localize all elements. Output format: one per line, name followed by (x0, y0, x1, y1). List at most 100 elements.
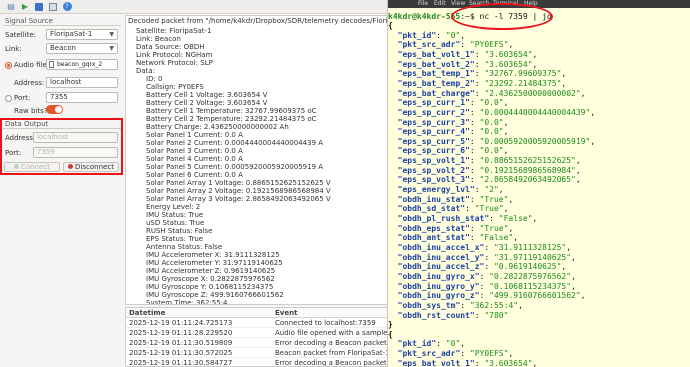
json-key: "eps_bat_charge" (397, 88, 475, 98)
json-colon: : (479, 291, 490, 301)
json-comma: , (561, 262, 567, 272)
json-line: "eps_bat_charge": "2.4362500000000002", (388, 89, 586, 98)
audio-file-radio[interactable] (5, 62, 12, 69)
open-icon[interactable]: ▤ (6, 2, 16, 12)
group-divider (3, 25, 121, 26)
json-line: "eps_bat_volt_2": "3.603654", (388, 59, 538, 69)
table-row[interactable]: 2025-12-19 01:11:24.725173 Connected to l… (126, 318, 387, 328)
json-colon: : (436, 339, 446, 349)
json-brace: { (388, 21, 393, 30)
terminal-menu-item[interactable]: File (418, 0, 428, 8)
udp-radio[interactable] (5, 95, 12, 102)
event-datetime: 2025-12-19 01:11:30.519809 (129, 339, 233, 347)
json-colon: : (474, 49, 485, 59)
json-comma: , (513, 233, 519, 243)
source-port-input[interactable]: 7355 (46, 92, 118, 103)
json-key: "obdh_inu_stat" (397, 194, 470, 204)
json-key: "pkt_id" (397, 339, 437, 349)
packet-line: Solar Panel 1 Current: 0.0 A (146, 131, 243, 139)
json-value: "True" (479, 194, 509, 204)
json-comma: , (575, 175, 581, 185)
json-line: "eps_bat_temp_2": "23292.21484375", (388, 78, 567, 88)
chevron-down-icon: ▼ (109, 31, 114, 38)
link-select[interactable]: Beacon ▼ (46, 43, 118, 54)
json-line: "obdh_inu_accel_x": "31.9111328125", (388, 243, 571, 252)
json-colon: : (469, 165, 480, 175)
help-button[interactable]: ? (62, 2, 72, 12)
json-key: "obdh_eps_stat" (397, 223, 470, 233)
packet-line: Solar Panel 4 Current: 0.0 A (146, 155, 243, 163)
packet-line: Battery Cell 1 Voltage: 3.603654 V (146, 91, 268, 99)
toggle-knob (55, 106, 62, 113)
packet-line: uSD Status: True (146, 219, 205, 227)
event-datetime: 2025-12-19 01:11:30.584727 (129, 359, 233, 367)
json-key: "eps_energy_lvl" (397, 185, 475, 195)
packet-line: Antenna Status: False (146, 243, 223, 251)
json-comma: , (508, 349, 514, 359)
json-key: "obdh_inu_gyro_y" (397, 281, 480, 291)
packet-line: Battery Charge: 2.436250000000002 Ah (146, 123, 289, 131)
table-row[interactable]: 2025-12-19 01:11:28.229520 Audio file ope… (126, 328, 388, 338)
json-line: "obdh_inu_gyro_z": "499.9160766601562", (388, 291, 586, 300)
json-comma: , (580, 88, 586, 98)
terminal-window[interactable]: File Edit View Search Terminal Help k4kdr@k4k… (388, 0, 690, 367)
audio-file-chooser[interactable]: beacon_gqrx_2 (46, 59, 118, 70)
highlight-ellipse-annotation (451, 3, 553, 30)
table-row[interactable]: 2025-12-19 01:11:30.584727 Error decoding… (126, 358, 387, 367)
json-line: "obdh_inu_gyro_x": "0.2822875976562", (388, 272, 576, 281)
json-key: "obdh_ant_stat" (397, 233, 470, 243)
json-line: "eps_sp_curr_3": "0.0", (388, 117, 509, 127)
json-comma: , (590, 107, 596, 117)
json-colon: : (469, 98, 480, 108)
json-comma: , (580, 291, 586, 301)
terminal-menu-item[interactable]: Edit (434, 0, 446, 8)
satellite-select[interactable]: FloripaSat-1 ▼ (46, 29, 118, 40)
json-comma: , (503, 117, 509, 127)
json-key: "eps_sp_curr_2" (397, 107, 470, 117)
json-value: "0.0004440004440004439" (479, 107, 591, 117)
json-key: "obdh_sys_tm" (397, 300, 461, 310)
json-colon: : (489, 214, 499, 223)
json-colon: : (474, 310, 485, 320)
event-log-table[interactable]: Datetime Event 2025-12-19 01:11:24.72517… (125, 307, 388, 367)
json-comma: , (571, 271, 576, 281)
json-colon: : (469, 107, 480, 117)
table-row[interactable]: 2025-12-19 01:11:30.572025 Beacon packet … (126, 348, 387, 358)
telemetry-decoder-window: ▤ ▶ ? Signal Source Satellite: FloripaSa… (0, 0, 388, 367)
json-line: "eps_bat_volt_1": "3.603654", (388, 359, 538, 367)
play-icon[interactable]: ▶ (20, 2, 30, 12)
json-value: "362:55:4" (469, 300, 519, 310)
json-colon: : (469, 223, 480, 233)
json-colon: : (474, 185, 485, 195)
packet-line: System Time: 362:55:4 (146, 299, 228, 305)
json-colon: : (474, 78, 485, 88)
event-text: Audio file opened with a sample rate of … (275, 329, 388, 337)
json-line: "obdh_rst_count": "780" (388, 310, 509, 320)
stop-button[interactable] (34, 2, 44, 12)
json-value: "31.9111328125" (493, 242, 567, 252)
satellite-value: FloripaSat-1 (50, 30, 93, 38)
table-row[interactable]: 2025-12-19 01:11:30.519809 Error decoding… (126, 338, 387, 348)
json-comma: , (590, 136, 596, 146)
json-comma: , (571, 281, 576, 291)
raw-bits-toggle[interactable] (46, 105, 63, 114)
source-address-input[interactable]: localhost (46, 77, 118, 88)
json-comma: , (532, 214, 538, 223)
json-colon: : (465, 204, 475, 214)
json-comma: , (561, 78, 567, 88)
json-value: "True" (479, 223, 509, 233)
decoded-packet-view[interactable]: Decoded packet from "/home/k4kdr/Dropbox… (125, 15, 387, 305)
json-key: "pkt_id" (397, 30, 437, 40)
json-key: "obdh_inu_accel_x" (397, 242, 485, 252)
json-comma: , (503, 146, 509, 156)
save-button[interactable] (48, 2, 58, 12)
json-comma: , (532, 59, 538, 69)
